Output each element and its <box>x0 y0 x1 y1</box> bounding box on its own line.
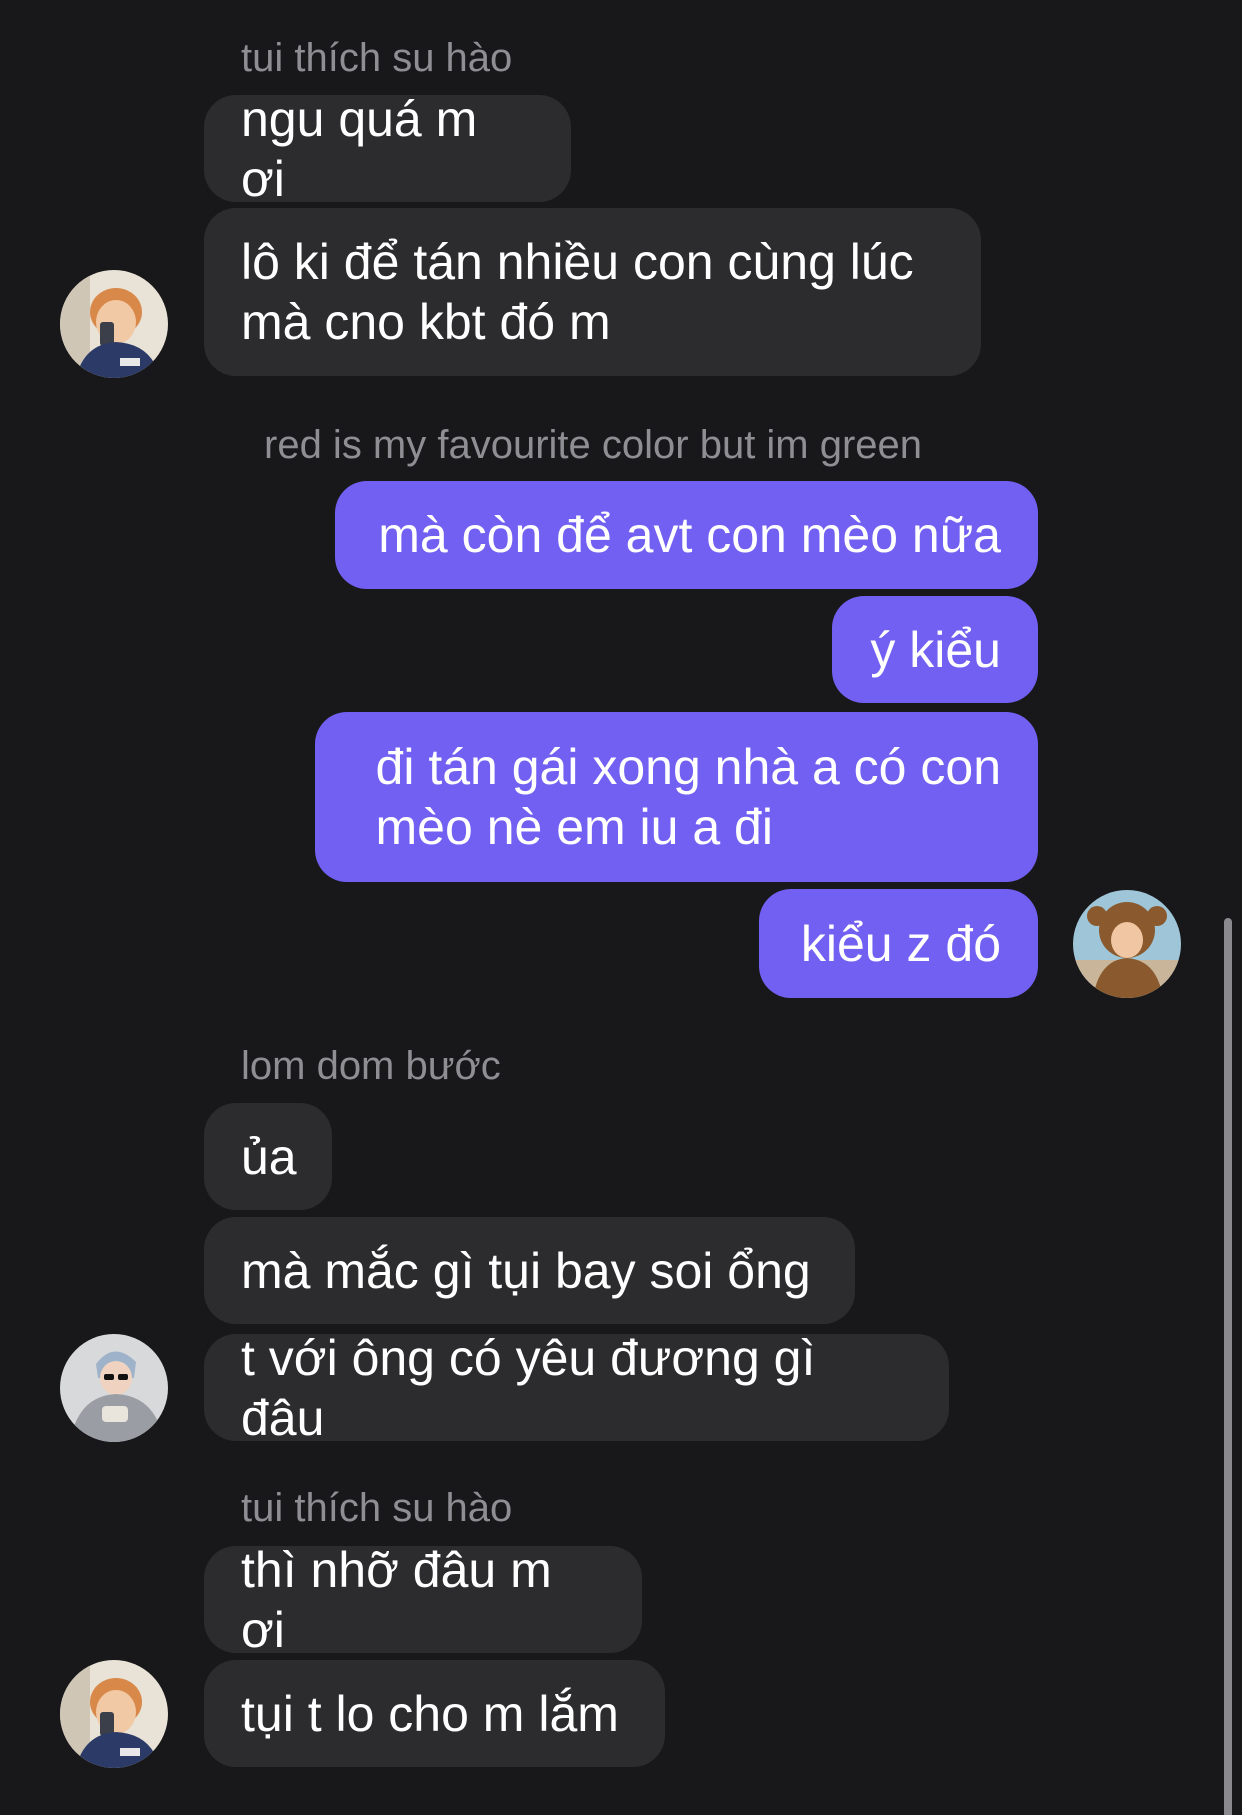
message-bubble-outgoing[interactable]: mà còn để avt con mèo nữa <box>335 481 1038 589</box>
scrollbar[interactable] <box>1224 918 1232 1815</box>
avatar[interactable] <box>60 1334 168 1442</box>
message-bubble-outgoing[interactable]: kiểu z đó <box>759 889 1038 998</box>
message-bubble-outgoing[interactable]: đi tán gái xong nhà a có con mèo nè em i… <box>315 712 1038 882</box>
avatar-photo-icon <box>60 270 168 378</box>
avatar[interactable] <box>60 270 168 378</box>
avatar-photo-icon <box>60 1334 168 1442</box>
sender-name: lom dom bước <box>241 1044 501 1088</box>
avatar-photo-icon <box>1073 890 1181 998</box>
avatar[interactable] <box>1073 890 1181 998</box>
sender-name: tui thích su hào <box>241 36 513 80</box>
message-bubble-incoming[interactable]: t với ông có yêu đương gì đâu <box>204 1330 949 1446</box>
sender-name: tui thích su hào <box>241 1486 513 1530</box>
avatar[interactable] <box>60 1660 168 1768</box>
message-bubble-incoming[interactable]: lô ki để tán nhiều con cùng lúc mà cno k… <box>204 208 981 376</box>
message-bubble-outgoing[interactable]: ý kiểu <box>832 596 1038 703</box>
sender-name: red is my favourite color but im green <box>264 423 923 467</box>
message-bubble-incoming[interactable]: ủa <box>204 1103 332 1210</box>
message-bubble-incoming[interactable]: thì nhỡ đâu m ơi <box>204 1542 642 1658</box>
message-bubble-incoming[interactable]: mà mắc gì tụi bay soi ổng <box>204 1217 855 1324</box>
message-bubble-incoming[interactable]: ngu quá m ơi <box>204 91 571 207</box>
message-bubble-incoming[interactable]: tụi t lo cho m lắm <box>204 1660 665 1767</box>
chat-thread[interactable]: tui thích su hào ngu quá m ơi lô ki để t… <box>0 0 1242 1815</box>
avatar-photo-icon <box>60 1660 168 1768</box>
